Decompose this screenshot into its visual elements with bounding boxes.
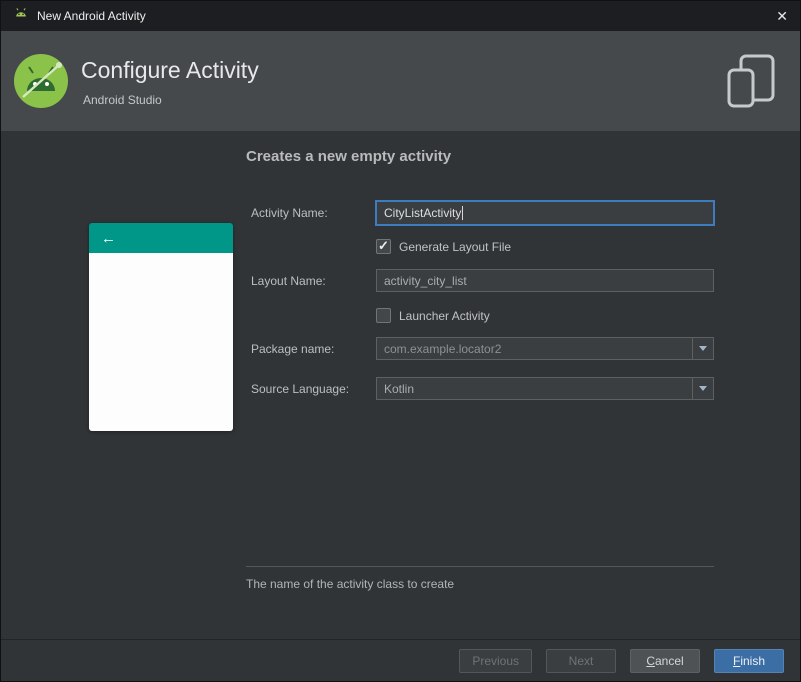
previous-button[interactable]: Previous [459, 648, 532, 673]
package-name-label: Package name: [251, 342, 335, 356]
wizard-subtitle: Android Studio [83, 93, 162, 107]
layout-name-label: Layout Name: [251, 274, 326, 288]
package-name-value: com.example.locator2 [384, 341, 502, 356]
package-dropdown-button[interactable] [692, 338, 713, 359]
wizard-header: Configure Activity Android Studio [1, 31, 800, 131]
button-bar: Previous Next Cancel Finish [1, 639, 800, 681]
generate-layout-label: Generate Layout File [399, 239, 512, 254]
activity-name-label: Activity Name: [251, 206, 328, 220]
launcher-activity-label: Launcher Activity [399, 308, 490, 323]
generate-layout-checkbox[interactable] [376, 238, 391, 254]
launcher-activity-checkbox[interactable] [376, 308, 391, 323]
source-language-dropdown[interactable]: Kotlin [376, 377, 714, 400]
close-icon[interactable]: ✕ [776, 9, 788, 23]
chevron-down-icon [699, 346, 707, 351]
step-heading: Creates a new empty activity [246, 148, 452, 165]
source-language-value: Kotlin [384, 381, 415, 396]
new-activity-dialog: New Android Activity ✕ Configure Activit… [0, 0, 801, 682]
phone-tablet-icon [726, 53, 778, 114]
generate-layout-row: Generate Layout File [376, 238, 512, 254]
field-hint: The name of the activity class to create [246, 577, 455, 591]
window-title: New Android Activity [37, 9, 146, 23]
back-arrow-icon: ← [101, 229, 116, 247]
title-bar: New Android Activity ✕ [1, 1, 800, 31]
preview-appbar: ← [89, 223, 233, 253]
android-studio-logo [13, 53, 69, 109]
divider [246, 566, 714, 567]
chevron-down-icon [699, 386, 707, 391]
layout-name-value: activity_city_list [384, 273, 467, 288]
next-button[interactable]: Next [546, 648, 616, 673]
finish-button[interactable]: Finish [714, 648, 784, 673]
language-dropdown-button[interactable] [692, 378, 713, 399]
text-caret [462, 206, 464, 220]
cancel-button[interactable]: Cancel [630, 648, 700, 673]
wizard-content: Creates a new empty activity ← Activity … [1, 131, 800, 641]
package-name-combobox[interactable]: com.example.locator2 [376, 337, 714, 360]
wizard-title: Configure Activity [81, 57, 259, 83]
source-language-label: Source Language: [251, 382, 350, 396]
activity-name-value: CityListActivity [384, 206, 462, 220]
preview-body [89, 253, 233, 431]
layout-name-input[interactable]: activity_city_list [376, 269, 714, 292]
activity-name-input[interactable]: CityListActivity [376, 201, 714, 225]
launcher-activity-row: Launcher Activity [376, 308, 490, 323]
activity-preview-thumbnail: ← [89, 223, 233, 431]
android-window-icon [13, 6, 29, 27]
